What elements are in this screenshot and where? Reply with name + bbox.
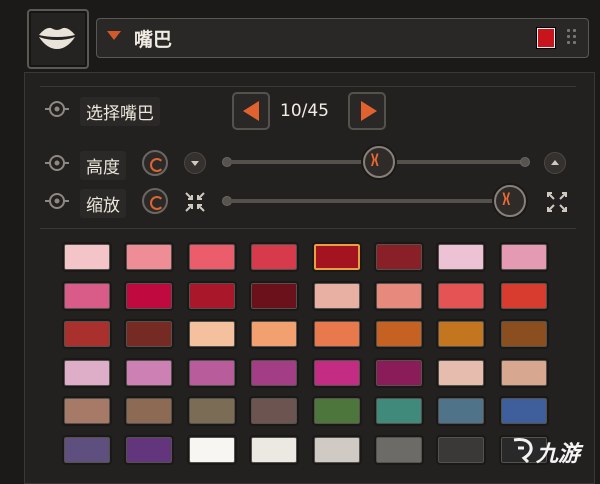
color-swatch[interactable] <box>312 242 362 272</box>
color-swatch[interactable] <box>62 358 112 388</box>
color-swatch[interactable] <box>187 358 237 388</box>
color-swatch[interactable] <box>187 319 237 349</box>
color-swatch[interactable] <box>312 435 362 465</box>
triangle-down-icon[interactable] <box>107 31 121 40</box>
select-label: 选择嘴巴 <box>80 97 160 126</box>
color-swatch[interactable] <box>124 396 174 426</box>
lips-icon <box>39 27 75 49</box>
reset-icon[interactable] <box>142 150 168 176</box>
drag-handle-icon[interactable] <box>567 29 579 45</box>
color-swatch[interactable] <box>499 358 549 388</box>
color-swatch[interactable] <box>187 242 237 272</box>
category-title: 嘴巴 <box>134 29 173 51</box>
color-swatch[interactable] <box>499 281 549 311</box>
watermark-logo-icon <box>513 438 533 464</box>
scale-label: 缩放 <box>80 189 126 218</box>
color-swatch[interactable] <box>62 435 112 465</box>
expand-icon[interactable] <box>546 191 568 213</box>
shrink-icon[interactable] <box>184 191 206 213</box>
color-swatch[interactable] <box>499 319 549 349</box>
color-swatch[interactable] <box>62 242 112 272</box>
color-swatch[interactable] <box>62 396 112 426</box>
color-swatch[interactable] <box>249 281 299 311</box>
color-swatch[interactable] <box>436 358 486 388</box>
color-swatch[interactable] <box>187 435 237 465</box>
category-header[interactable]: 嘴巴 <box>96 18 589 58</box>
color-swatch[interactable] <box>249 396 299 426</box>
eye-toggle-icon[interactable] <box>44 190 70 212</box>
color-swatch[interactable] <box>249 242 299 272</box>
eye-toggle-icon[interactable] <box>44 98 70 120</box>
color-swatch[interactable] <box>374 319 424 349</box>
color-swatch[interactable] <box>436 435 486 465</box>
color-swatch[interactable] <box>312 319 362 349</box>
arrow-left-icon <box>243 101 259 121</box>
next-button[interactable] <box>348 92 386 130</box>
prev-button[interactable] <box>232 92 270 130</box>
arrow-right-icon <box>361 101 377 121</box>
color-swatch[interactable] <box>436 281 486 311</box>
selected-color-indicator[interactable] <box>537 28 555 48</box>
color-swatch[interactable] <box>62 319 112 349</box>
color-swatch[interactable] <box>249 358 299 388</box>
slider-max-dot <box>520 157 530 167</box>
color-swatch[interactable] <box>249 435 299 465</box>
color-swatch[interactable] <box>187 396 237 426</box>
color-swatch[interactable] <box>436 242 486 272</box>
color-swatch[interactable] <box>124 319 174 349</box>
counter: 10/45 <box>280 101 329 121</box>
lips-category-button[interactable] <box>27 9 89 69</box>
color-swatch[interactable] <box>499 396 549 426</box>
color-swatch[interactable] <box>374 396 424 426</box>
reset-icon[interactable] <box>142 188 168 214</box>
color-swatch[interactable] <box>187 281 237 311</box>
height-label: 高度 <box>80 151 126 180</box>
color-swatch[interactable] <box>374 435 424 465</box>
divider <box>40 228 576 229</box>
color-swatch[interactable] <box>312 281 362 311</box>
scale-slider-track[interactable] <box>230 199 522 203</box>
chevron-up-icon[interactable] <box>544 152 566 174</box>
color-swatch[interactable] <box>124 281 174 311</box>
watermark-text: 九游 <box>536 442 581 467</box>
color-swatch[interactable] <box>374 242 424 272</box>
color-swatch[interactable] <box>124 435 174 465</box>
color-swatch[interactable] <box>499 242 549 272</box>
color-swatch[interactable] <box>312 358 362 388</box>
color-swatch[interactable] <box>62 281 112 311</box>
color-swatch[interactable] <box>436 319 486 349</box>
color-swatch[interactable] <box>249 319 299 349</box>
divider <box>40 86 576 87</box>
height-slider-thumb[interactable] <box>362 146 395 178</box>
color-swatch[interactable] <box>312 396 362 426</box>
eye-toggle-icon[interactable] <box>44 152 70 174</box>
color-swatch[interactable] <box>436 396 486 426</box>
chevron-down-icon[interactable] <box>184 152 206 174</box>
color-swatch[interactable] <box>124 242 174 272</box>
color-swatch[interactable] <box>374 281 424 311</box>
color-swatch[interactable] <box>374 358 424 388</box>
color-swatch[interactable] <box>124 358 174 388</box>
